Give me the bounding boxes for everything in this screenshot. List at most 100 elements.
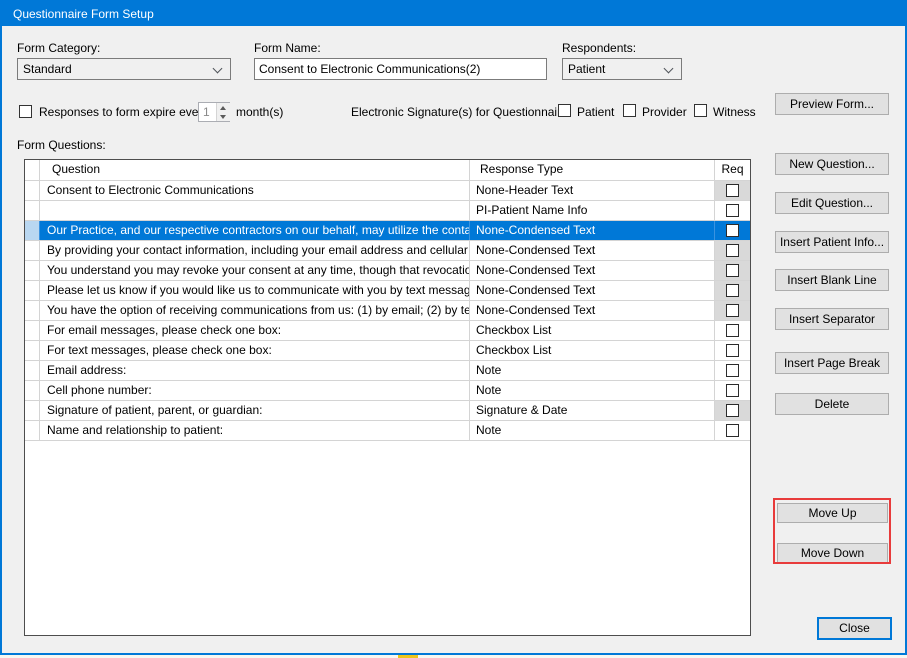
row-header-cell[interactable] bbox=[25, 261, 40, 280]
question-row[interactable]: Cell phone number: Note bbox=[25, 381, 750, 401]
req-checkbox[interactable] bbox=[726, 244, 739, 257]
move-down-button[interactable]: Move Down bbox=[777, 543, 888, 563]
close-button[interactable]: Close bbox=[817, 617, 892, 640]
question-row[interactable]: By providing your contact information, i… bbox=[25, 241, 750, 261]
expire-count-input[interactable] bbox=[199, 103, 216, 121]
question-cell[interactable]: Signature of patient, parent, or guardia… bbox=[40, 401, 470, 420]
esign-patient-checkbox[interactable] bbox=[558, 104, 571, 117]
response-type-cell[interactable]: None-Condensed Text bbox=[470, 281, 715, 300]
spinner-up-button[interactable] bbox=[217, 103, 230, 112]
question-row[interactable]: Email address: Note bbox=[25, 361, 750, 381]
row-header-cell[interactable] bbox=[25, 241, 40, 260]
question-row[interactable]: For text messages, please check one box:… bbox=[25, 341, 750, 361]
question-row[interactable]: You have the option of receiving communi… bbox=[25, 301, 750, 321]
question-cell[interactable]: For email messages, please check one box… bbox=[40, 321, 470, 340]
response-type-cell[interactable]: Checkbox List bbox=[470, 321, 715, 340]
req-cell bbox=[715, 321, 750, 340]
row-header-cell[interactable] bbox=[25, 341, 40, 360]
question-row[interactable]: Please let us know if you would like us … bbox=[25, 281, 750, 301]
esign-label: Electronic Signature(s) for Questionnair… bbox=[351, 105, 571, 119]
response-type-cell[interactable]: Note bbox=[470, 381, 715, 400]
row-header-cell[interactable] bbox=[25, 281, 40, 300]
question-cell[interactable]: Consent to Electronic Communications bbox=[40, 181, 470, 200]
question-cell[interactable]: Cell phone number: bbox=[40, 381, 470, 400]
req-checkbox[interactable] bbox=[726, 404, 739, 417]
question-cell[interactable]: By providing your contact information, i… bbox=[40, 241, 470, 260]
esign-provider-checkbox[interactable] bbox=[623, 104, 636, 117]
question-row[interactable]: Consent to Electronic Communications Non… bbox=[25, 181, 750, 201]
delete-button[interactable]: Delete bbox=[775, 393, 889, 415]
row-header-cell[interactable] bbox=[25, 401, 40, 420]
question-row[interactable]: PI-Patient Name Info bbox=[25, 201, 750, 221]
screen: Questionnaire Form Setup Form Category: … bbox=[0, 0, 907, 658]
response-type-column-header[interactable]: Response Type bbox=[470, 160, 715, 180]
row-header-cell[interactable] bbox=[25, 301, 40, 320]
req-checkbox[interactable] bbox=[726, 304, 739, 317]
question-cell[interactable] bbox=[40, 201, 470, 220]
questions-grid[interactable]: Question Response Type Req Consent to El… bbox=[24, 159, 751, 636]
response-type-cell[interactable]: None-Condensed Text bbox=[470, 241, 715, 260]
row-header-cell[interactable] bbox=[25, 421, 40, 440]
response-type-cell[interactable]: Note bbox=[470, 421, 715, 440]
esign-provider-label: Provider bbox=[642, 105, 687, 119]
response-type-cell[interactable]: Checkbox List bbox=[470, 341, 715, 360]
new-question-button[interactable]: New Question... bbox=[775, 153, 889, 175]
question-cell[interactable]: Our Practice, and our respective contrac… bbox=[40, 221, 470, 240]
response-type-cell[interactable]: None-Condensed Text bbox=[470, 301, 715, 320]
response-type-cell[interactable]: Note bbox=[470, 361, 715, 380]
row-header-cell[interactable] bbox=[25, 321, 40, 340]
req-checkbox[interactable] bbox=[726, 224, 739, 237]
response-type-cell[interactable]: PI-Patient Name Info bbox=[470, 201, 715, 220]
row-header-cell[interactable] bbox=[25, 221, 40, 240]
row-header-cell[interactable] bbox=[25, 381, 40, 400]
preview-form-button[interactable]: Preview Form... bbox=[775, 93, 889, 115]
question-row-selected[interactable]: Our Practice, and our respective contrac… bbox=[25, 221, 750, 241]
req-checkbox[interactable] bbox=[726, 284, 739, 297]
question-column-header[interactable]: Question bbox=[40, 160, 470, 180]
req-checkbox[interactable] bbox=[726, 204, 739, 217]
req-checkbox[interactable] bbox=[726, 364, 739, 377]
req-column-header[interactable]: Req bbox=[715, 160, 750, 180]
edit-question-button[interactable]: Edit Question... bbox=[775, 192, 889, 214]
question-row[interactable]: Name and relationship to patient: Note bbox=[25, 421, 750, 441]
question-row[interactable]: For email messages, please check one box… bbox=[25, 321, 750, 341]
question-cell[interactable]: You have the option of receiving communi… bbox=[40, 301, 470, 320]
req-checkbox[interactable] bbox=[726, 264, 739, 277]
expire-checkbox[interactable] bbox=[19, 105, 32, 118]
expire-count-stepper bbox=[198, 102, 230, 122]
response-type-cell[interactable]: None-Header Text bbox=[470, 181, 715, 200]
question-row[interactable]: You understand you may revoke your conse… bbox=[25, 261, 750, 281]
respondents-select[interactable]: Patient bbox=[562, 58, 682, 80]
insert-page-break-button[interactable]: Insert Page Break bbox=[775, 352, 889, 374]
req-checkbox[interactable] bbox=[726, 324, 739, 337]
req-cell bbox=[715, 341, 750, 360]
req-checkbox[interactable] bbox=[726, 344, 739, 357]
esign-witness-checkbox[interactable] bbox=[694, 104, 707, 117]
move-up-button[interactable]: Move Up bbox=[777, 503, 888, 523]
insert-blank-line-button[interactable]: Insert Blank Line bbox=[775, 269, 889, 291]
question-cell[interactable]: You understand you may revoke your conse… bbox=[40, 261, 470, 280]
insert-separator-button[interactable]: Insert Separator bbox=[775, 308, 889, 330]
req-checkbox[interactable] bbox=[726, 384, 739, 397]
req-checkbox[interactable] bbox=[726, 424, 739, 437]
req-cell bbox=[715, 381, 750, 400]
questionnaire-form-setup-dialog: Questionnaire Form Setup Form Category: … bbox=[0, 0, 907, 655]
insert-patient-info-button[interactable]: Insert Patient Info... bbox=[775, 231, 889, 253]
response-type-cell[interactable]: None-Condensed Text bbox=[470, 221, 715, 240]
req-checkbox[interactable] bbox=[726, 184, 739, 197]
form-name-input[interactable] bbox=[254, 58, 547, 80]
response-type-cell[interactable]: Signature & Date bbox=[470, 401, 715, 420]
question-cell[interactable]: Email address: bbox=[40, 361, 470, 380]
req-cell bbox=[715, 401, 750, 420]
form-category-select[interactable]: Standard bbox=[17, 58, 231, 80]
row-header-cell[interactable] bbox=[25, 181, 40, 200]
question-row[interactable]: Signature of patient, parent, or guardia… bbox=[25, 401, 750, 421]
row-header-cell[interactable] bbox=[25, 201, 40, 220]
row-header-cell[interactable] bbox=[25, 361, 40, 380]
question-cell[interactable]: Please let us know if you would like us … bbox=[40, 281, 470, 300]
response-type-cell[interactable]: None-Condensed Text bbox=[470, 261, 715, 280]
title-bar[interactable]: Questionnaire Form Setup bbox=[2, 2, 905, 26]
question-cell[interactable]: Name and relationship to patient: bbox=[40, 421, 470, 440]
spinner-down-button[interactable] bbox=[217, 112, 230, 121]
question-cell[interactable]: For text messages, please check one box: bbox=[40, 341, 470, 360]
